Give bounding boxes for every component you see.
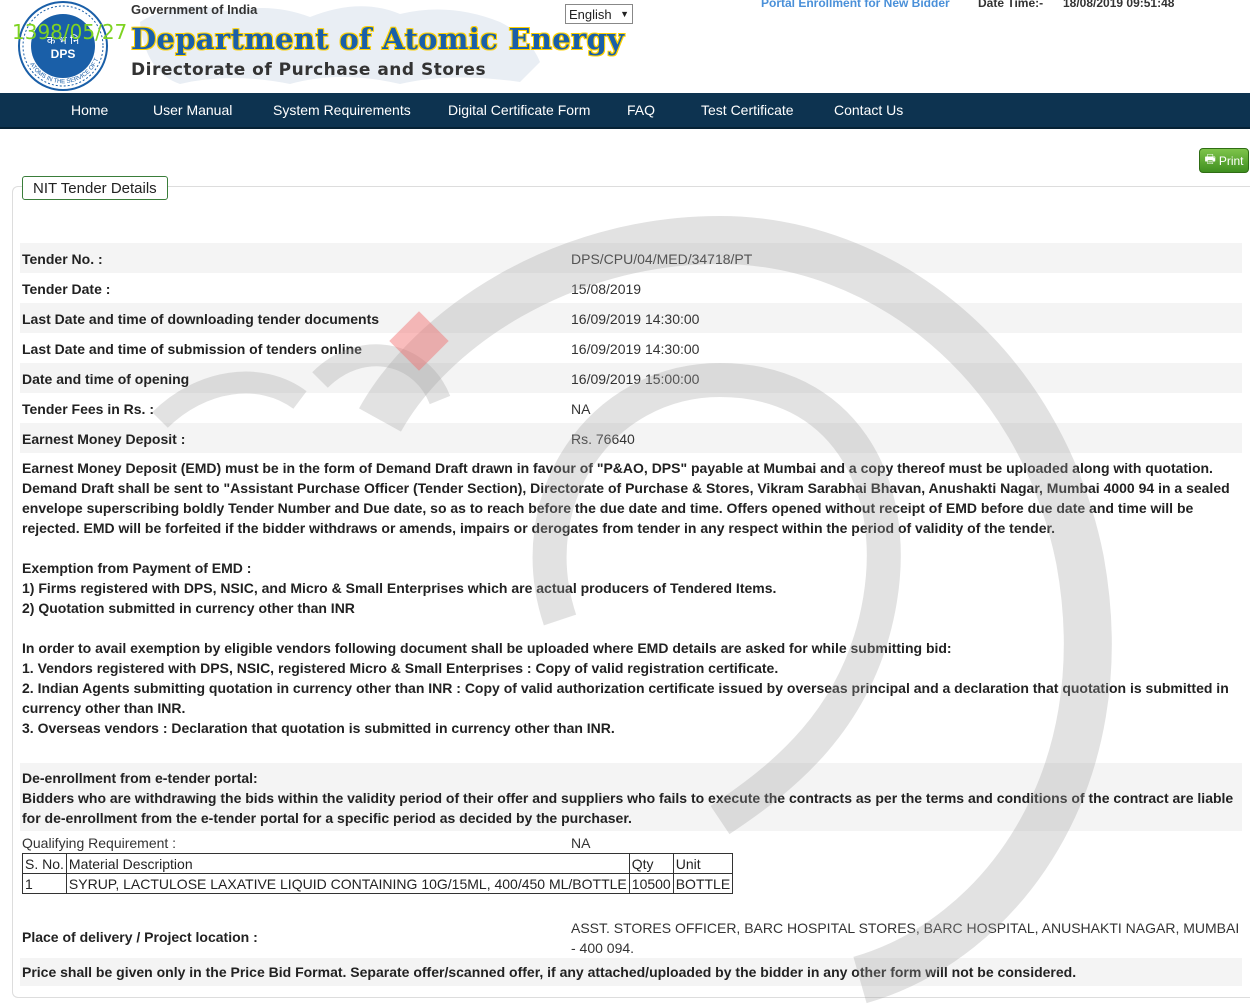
language-selected: English <box>569 6 612 22</box>
table-header: S. No. <box>22 853 67 874</box>
deenroll-text: Bidders who are withdrawing the bids wit… <box>22 790 1234 826</box>
panel-title: NIT Tender Details <box>22 176 168 200</box>
nav-contact-us[interactable]: Contact Us <box>834 102 903 118</box>
detail-row-tender-no: Tender No. : DPS/CPU/04/MED/34718/PT <box>20 243 1242 273</box>
table-cell: SYRUP, LACTULOSE LAXATIVE LIQUID CONTAIN… <box>65 873 630 894</box>
qualifying-label: Qualifying Requirement : <box>22 835 177 851</box>
table-header: Qty <box>628 853 674 874</box>
datetime-label: Date Time:- <box>978 0 1044 10</box>
main-nav: Home User Manual System Requirements Dig… <box>0 93 1250 129</box>
nav-user-manual[interactable]: User Manual <box>153 102 232 118</box>
department-title: Department of Atomic Energy <box>131 22 625 56</box>
detail-row-emd: Earnest Money Deposit : Rs. 76640 <box>20 423 1242 453</box>
portal-enrollment-link[interactable]: Portal Enrollment for New Bidder <box>761 0 950 10</box>
avail-line-1: 1. Vendors registered with DPS, NSIC, re… <box>22 660 779 676</box>
exemption-title: Exemption from Payment of EMD : <box>22 560 252 576</box>
print-button[interactable]: 🖶 Print <box>1199 148 1249 173</box>
detail-row-tender-date: Tender Date : 15/08/2019 <box>20 273 1242 303</box>
items-table: S. No. Material Description Qty Unit 1 S… <box>22 853 734 894</box>
emd-paragraph: Earnest Money Deposit (EMD) must be in t… <box>22 460 1230 536</box>
detail-value: 16/09/2019 14:30:00 <box>571 311 700 327</box>
detail-label: Tender Fees in Rs. : <box>22 401 154 417</box>
price-note: Price shall be given only in the Price B… <box>22 964 1077 980</box>
table-header-row: S. No. Material Description Qty Unit <box>22 853 734 874</box>
detail-label: Last Date and time of downloading tender… <box>22 311 380 327</box>
avail-line-2: 2. Indian Agents submitting quotation in… <box>22 680 1229 716</box>
detail-label: Date and time of opening <box>22 371 190 387</box>
detail-row-opening-date: Date and time of opening 16/09/2019 15:0… <box>20 363 1242 393</box>
site-header: DPS क भ नि ATOMS IN THE SERVICE OF THE N… <box>0 0 1250 93</box>
exemption-line-1: 1) Firms registered with DPS, NSIC, and … <box>22 580 777 596</box>
detail-row-submission-date: Last Date and time of submission of tend… <box>20 333 1242 363</box>
printer-icon: 🖶 <box>1204 152 1216 166</box>
date-stamp: 1398/05/27 <box>12 20 128 44</box>
nav-system-requirements[interactable]: System Requirements <box>273 102 411 118</box>
avail-intro: In order to avail exemption by eligible … <box>22 640 952 656</box>
table-row: 1 SYRUP, LACTULOSE LAXATIVE LIQUID CONTA… <box>22 873 734 894</box>
nav-digital-certificate-form[interactable]: Digital Certificate Form <box>448 102 590 118</box>
delivery-label: Place of delivery / Project location : <box>22 929 258 945</box>
table-cell: 10500 <box>628 873 674 894</box>
table-header: Unit <box>672 853 734 874</box>
detail-label: Tender No. : <box>22 251 103 267</box>
nav-test-certificate[interactable]: Test Certificate <box>701 102 794 118</box>
dropdown-arrow-icon: ▼ <box>620 9 629 19</box>
language-select[interactable]: English ▼ <box>565 4 633 24</box>
detail-row-tender-fees: Tender Fees in Rs. : NA <box>20 393 1242 423</box>
detail-value: 16/09/2019 14:30:00 <box>571 341 700 357</box>
detail-value: 16/09/2019 15:00:00 <box>571 371 700 387</box>
detail-label: Earnest Money Deposit : <box>22 431 186 447</box>
detail-value: NA <box>571 401 591 417</box>
delivery-value: ASST. STORES OFFICER, BARC HOSPITAL STOR… <box>571 920 1240 956</box>
detail-value: Rs. 76640 <box>571 431 635 447</box>
detail-value: 15/08/2019 <box>571 281 642 297</box>
logo-text: DPS <box>51 47 76 61</box>
detail-label: Tender Date : <box>22 281 111 297</box>
print-label: Print <box>1218 153 1244 168</box>
government-label: Government of India <box>131 2 258 17</box>
avail-line-3: 3. Overseas vendors : Declaration that q… <box>22 720 615 736</box>
qualifying-value: NA <box>571 835 591 851</box>
detail-value: DPS/CPU/04/MED/34718/PT <box>571 251 753 267</box>
exemption-line-2: 2) Quotation submitted in currency other… <box>22 600 355 616</box>
nav-home[interactable]: Home <box>71 102 108 118</box>
detail-row-download-date: Last Date and time of downloading tender… <box>20 303 1242 333</box>
dps-logo: DPS क भ नि ATOMS IN THE SERVICE OF THE N… <box>8 0 108 91</box>
table-header: Material Description <box>65 853 630 874</box>
deenroll-title: De-enrollment from e-tender portal: <box>22 770 258 786</box>
nav-faq[interactable]: FAQ <box>627 102 655 118</box>
table-cell: BOTTLE <box>672 873 734 894</box>
directorate-title: Directorate of Purchase and Stores <box>131 60 487 80</box>
table-cell: 1 <box>22 873 67 894</box>
datetime-value: 18/08/2019 09:51:48 <box>1063 0 1175 10</box>
detail-label: Last Date and time of submission of tend… <box>22 341 362 357</box>
